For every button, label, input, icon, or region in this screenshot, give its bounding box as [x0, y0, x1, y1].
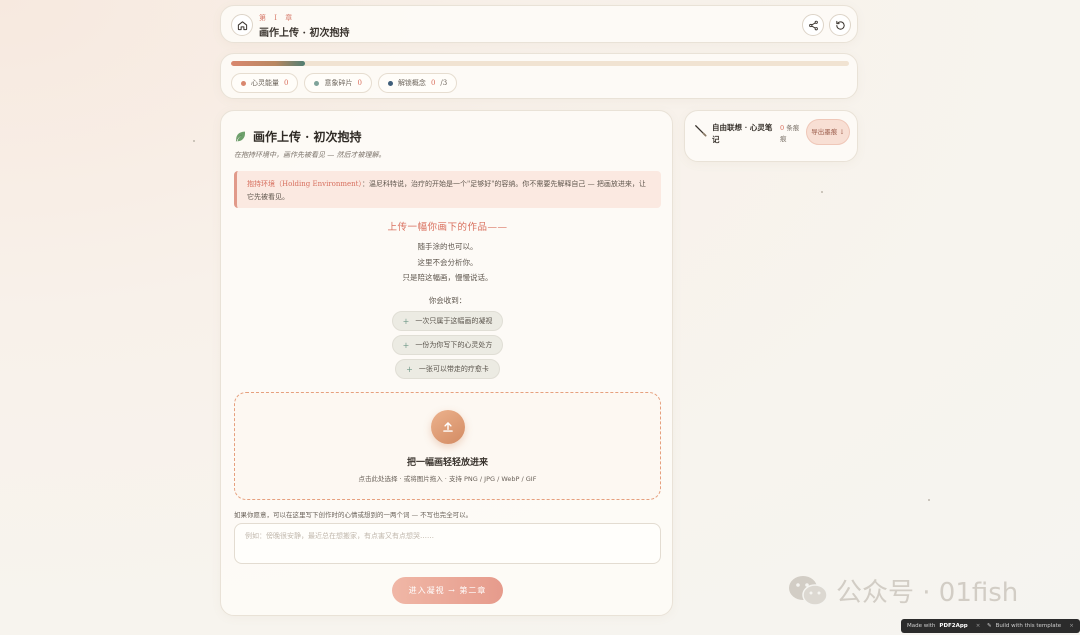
watermark-text: 公众号 · 01fish — [836, 578, 1019, 608]
section-title-text: 画作上传 · 初次抱持 — [253, 130, 362, 144]
build-template-badge[interactable]: ✎ Build with this template × — [981, 619, 1080, 633]
home-icon — [237, 20, 247, 30]
note-label: 如果你愿意，可以在这里写下创作时的心情或想到的一两个词 — 不写也完全可以。 — [234, 511, 473, 519]
close-icon[interactable]: × — [976, 623, 981, 629]
upload-heading: 上传一幅你画下的作品—— — [387, 222, 508, 233]
benefit-pill: + 一份为你写下的心灵处方 — [391, 335, 504, 355]
benefit-list: + 一次只属于这幅画的凝视 + 一份为你写下的心灵处方 + 一张可以带走的疗愈卡 — [221, 311, 674, 379]
progress-panel: 心灵能量 0 意象碎片 0 解锁概念 0 /3 — [220, 53, 858, 99]
share-icon — [808, 20, 818, 30]
stat-chip-energy: 心灵能量 0 — [231, 73, 299, 93]
notes-panel: 自由联想 · 心灵笔记 0 条痕痕 导出墨痕 ↓ — [684, 110, 858, 162]
home-button[interactable] — [231, 14, 253, 36]
plus-icon: + — [406, 364, 413, 374]
refresh-icon — [835, 20, 845, 30]
chip-total: /3 — [440, 79, 448, 87]
chip-label: 意象碎片 — [324, 79, 353, 87]
notes-count: 0 条痕痕 — [780, 123, 804, 145]
chip-count: 0 — [357, 79, 362, 87]
badge-prefix: Made with — [907, 623, 936, 629]
callout-term: 抱持环境（Holding Environment） — [247, 180, 362, 188]
progress-bar — [231, 61, 849, 66]
share-button[interactable] — [802, 14, 824, 36]
plus-icon: + — [402, 316, 410, 326]
leaf-icon — [235, 131, 245, 142]
notes-title: 自由联想 · 心灵笔记 — [712, 123, 773, 144]
magic-icon: ✎ — [987, 623, 992, 629]
chapter-label: 第 I 章 — [259, 14, 296, 22]
badge-brand: PDF2App — [939, 623, 968, 629]
benefit-text: 一份为你写下的心灵处方 — [415, 341, 493, 349]
upload-panel: 画作上传 · 初次抱持 在抱持环境中，画作先被看见 — 然后才被理解。 抱持环境… — [220, 110, 673, 616]
poem-line: 这里不会分析你。 — [417, 257, 478, 267]
status-dot — [387, 80, 393, 86]
reset-button[interactable] — [829, 14, 851, 36]
section-subtitle: 在抱持环境中，画作先被看见 — 然后才被理解。 — [234, 151, 386, 159]
status-dot — [241, 80, 246, 86]
wechat-icon — [789, 575, 828, 606]
brush-icon — [695, 125, 707, 137]
dropzone-title: 把一幅画轻轻放进来 — [406, 458, 488, 468]
plus-icon: + — [402, 340, 410, 350]
section-title: 画作上传 · 初次抱持 — [234, 128, 362, 145]
benefit-text: 一次只属于这幅画的凝视 — [415, 317, 493, 325]
progress-fill — [231, 61, 306, 66]
holding-environment-callout: 抱持环境（Holding Environment）：温尼科特说，治疗的开始是一个… — [234, 171, 661, 208]
notes-count-number: 0 — [780, 124, 785, 132]
badge-text: Build with this template — [995, 623, 1062, 629]
page-title: 画作上传 · 初次抱持 — [259, 28, 350, 39]
receive-label: 你会收到： — [428, 296, 467, 305]
status-dot — [314, 80, 320, 86]
enter-gaze-button[interactable]: 进入凝视 → 第二章 — [392, 577, 503, 604]
top-header: 第 I 章 画作上传 · 初次抱持 — [220, 5, 858, 43]
stat-chip-fragments: 意象碎片 0 — [304, 73, 372, 93]
close-icon[interactable]: × — [1069, 623, 1074, 629]
poem-line: 随手涂的也可以。 — [417, 242, 478, 251]
made-with-badge[interactable]: Made with PDF2App × — [901, 619, 987, 633]
benefit-pill: + 一张可以带走的疗愈卡 — [395, 359, 500, 379]
stat-chip-concepts: 解锁概念 0 /3 — [377, 73, 458, 93]
image-dropzone[interactable]: 把一幅画轻轻放进来 点击此处选择 · 或将图片拖入 · 支持 PNG / JPG… — [234, 392, 661, 500]
upload-button[interactable] — [431, 410, 465, 444]
poem-line: 只是陪这幅画，慢慢说话。 — [402, 273, 493, 282]
export-notes-button[interactable]: 导出墨痕 ↓ — [806, 119, 850, 145]
decorative-speck — [928, 499, 930, 501]
chip-count: 0 — [284, 79, 289, 87]
benefit-text: 一张可以带走的疗愈卡 — [418, 365, 489, 373]
benefit-pill: + 一次只属于这幅画的凝视 — [391, 311, 504, 331]
decorative-speck — [821, 191, 823, 193]
mood-note-input[interactable] — [234, 523, 661, 564]
dropzone-hint: 点击此处选择 · 或将图片拖入 · 支持 PNG / JPG / WebP / … — [358, 475, 537, 483]
chip-count: 0 — [430, 79, 436, 87]
watermark: 公众号 · 01fish — [788, 572, 1018, 609]
chip-label: 解锁概念 — [397, 79, 426, 87]
decorative-speck — [193, 140, 195, 142]
chip-label: 心灵能量 — [251, 79, 279, 87]
upload-icon — [443, 422, 453, 432]
intro-poem: 随手涂的也可以。 这里不会分析你。 只是陪这幅画，慢慢说话。 — [221, 239, 674, 286]
